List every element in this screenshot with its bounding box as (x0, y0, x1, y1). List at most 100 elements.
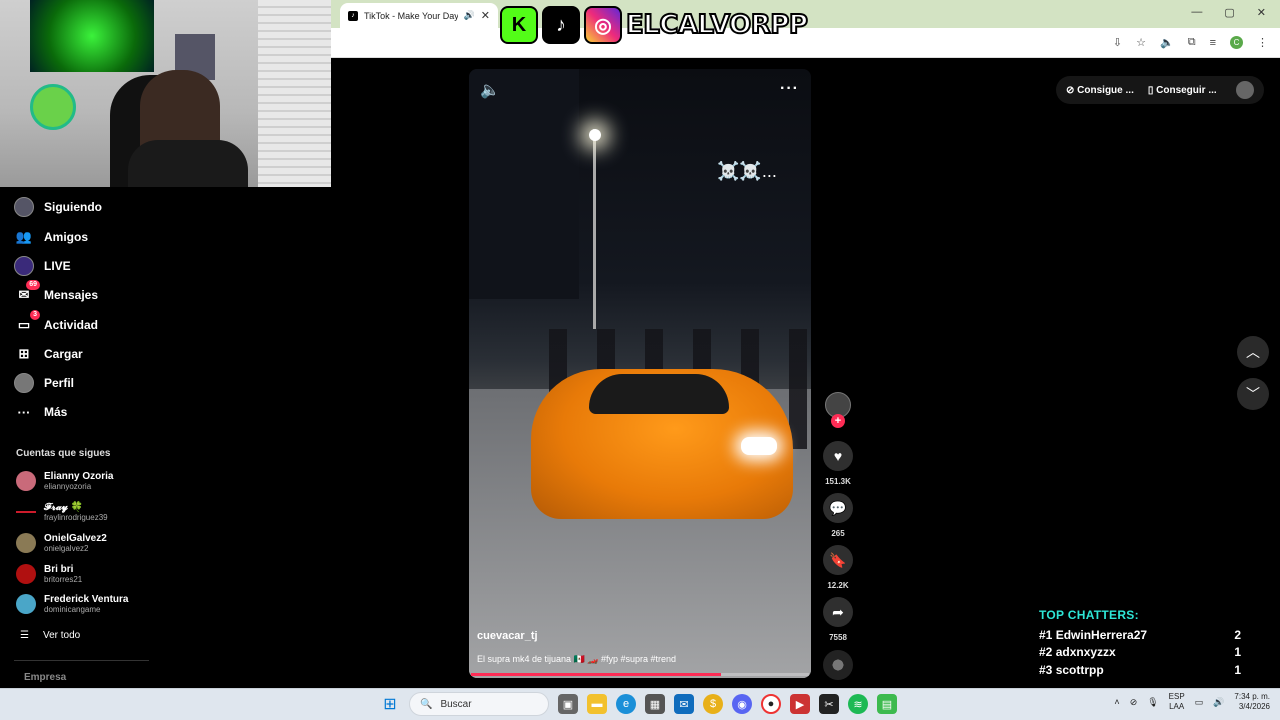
taskbar-search[interactable]: 🔍 Buscar (409, 692, 549, 716)
chatter-count: 1 (1234, 663, 1241, 677)
file-explorer-icon[interactable]: ▬ (587, 694, 607, 714)
windows-start-icon[interactable]: ⊞ (380, 694, 400, 714)
sidebar-item-label: Cargar (44, 347, 83, 361)
activity-badge: 3 (30, 310, 40, 320)
live-app-icon[interactable]: ▶ (790, 694, 810, 714)
chatter-row: #1 EdwinHerrera27 2 (1039, 628, 1241, 642)
language-indicator[interactable]: ESP LAA (1169, 692, 1185, 712)
following-item[interactable]: Bri bri britorres21 (16, 564, 82, 584)
channel-name: ELCALVORPP (625, 9, 809, 41)
media-controls-icon[interactable]: ≡ (1210, 37, 1216, 49)
topright-actions: ⊘ Consigue ... ▯ Conseguir ... (1056, 76, 1264, 104)
share-icon[interactable]: ➦ (823, 597, 853, 627)
network-off-icon[interactable]: ⊘ (1130, 697, 1138, 708)
sidebar-item-label: Actividad (44, 318, 99, 332)
sidebar-item-actividad[interactable]: ▭ 3 Actividad (14, 310, 99, 335)
video-author[interactable]: cuevacar_tj (477, 630, 538, 642)
sidebar-item-live[interactable]: LIVE (14, 256, 71, 276)
get-app-button[interactable]: ▯ Conseguir ... (1148, 85, 1217, 96)
following-item[interactable]: Elianny Ozoria eliannyozoria (16, 471, 113, 491)
avatar (16, 533, 36, 553)
follow-plus-icon[interactable]: + (831, 414, 845, 428)
music-disc-icon[interactable] (823, 650, 853, 680)
browser-tab[interactable]: ♪ TikTok - Make Your Day 🔊 ✕ (340, 3, 498, 28)
bookmark-icon[interactable]: 🔖 (823, 545, 853, 575)
video-caption: El supra mk4 de tijuana 🇲🇽 🏎️ #fyp #supr… (477, 654, 677, 664)
upload-icon: ⊞ (18, 346, 30, 361)
store-icon[interactable]: ▦ (645, 694, 665, 714)
sidebar-item-perfil[interactable]: Perfil (14, 373, 74, 393)
see-all-link[interactable]: ☰ Ver todo (20, 630, 80, 641)
get-coins-button[interactable]: ⊘ Consigue ... (1066, 85, 1134, 96)
share-action[interactable]: ➦ 7558 (822, 597, 854, 642)
profile-icon (14, 373, 34, 393)
extensions-icon[interactable]: ⧉ (1188, 36, 1196, 49)
following-name: 𝓕𝓻𝓪𝔂 🍀 (44, 502, 84, 513)
tab-close-icon[interactable]: ✕ (481, 9, 490, 22)
streamer-shirt (128, 140, 248, 187)
bookmark-star-icon[interactable]: ☆ (1136, 36, 1146, 49)
previous-video-button[interactable]: ︿ (1237, 336, 1269, 368)
maximize-button[interactable]: ▢ (1224, 6, 1234, 19)
chatter-rank: #1 (1039, 628, 1053, 642)
capcut-icon[interactable]: ✂ (819, 694, 839, 714)
save-action[interactable]: 🔖 12.2K (822, 545, 854, 590)
list-icon: ☰ (20, 630, 29, 641)
heart-icon[interactable]: ♥ (823, 441, 853, 471)
like-count: 151.3K (825, 477, 851, 486)
mail-icon[interactable]: ✉ (674, 694, 694, 714)
more-icon: ··· (17, 404, 31, 420)
sidebar-item-siguiendo[interactable]: Siguiendo (14, 197, 102, 217)
discord-icon[interactable]: ◉ (732, 694, 752, 714)
minimize-button[interactable]: — (1191, 6, 1202, 19)
comment-icon[interactable]: 💬 (823, 493, 853, 523)
read-aloud-icon[interactable]: 🔈 (1160, 36, 1174, 49)
sidebar-item-amigos[interactable]: 👥 Amigos (14, 227, 88, 247)
chevron-up-icon[interactable]: ˄ (1114, 697, 1119, 707)
comment-action[interactable]: 💬 265 (822, 493, 854, 538)
chevron-down-icon: ﹀ (1246, 386, 1260, 402)
keyboard-layout: LAA (1169, 702, 1185, 711)
messages-icon: ✉ 69 (14, 280, 40, 305)
spotify-icon[interactable]: ≋ (848, 694, 868, 714)
footer-link-empresa[interactable]: Empresa (24, 672, 66, 683)
sidebar-item-mensajes[interactable]: ✉ 69 Mensajes (14, 280, 98, 305)
browser-menu-icon[interactable]: ⋮ (1257, 36, 1268, 49)
chrome-icon[interactable]: ● (761, 694, 781, 714)
avatar (16, 511, 36, 513)
edge-icon[interactable]: e (616, 694, 636, 714)
avatar (16, 471, 36, 491)
display-icon[interactable]: ▭ (1195, 697, 1204, 708)
volume-icon[interactable]: 🔊 (1213, 697, 1224, 708)
friends-icon: 👥 (15, 229, 33, 244)
streamlabs-icon[interactable]: ▤ (877, 694, 897, 714)
task-view-icon[interactable]: ▣ (558, 694, 578, 714)
taskbar-search-placeholder: Buscar (440, 698, 472, 710)
tab-audio-icon[interactable]: 🔊 (464, 10, 475, 21)
profile-avatar-icon[interactable]: C (1230, 36, 1243, 49)
background-tv (30, 0, 154, 72)
following-item[interactable]: OnielGalvez2 onielgalvez2 (16, 533, 107, 553)
microphone-icon[interactable]: 🎙 (1147, 697, 1158, 708)
install-app-icon[interactable]: ⇩ (1113, 36, 1122, 49)
video-more-icon[interactable]: ··· (780, 80, 799, 98)
following-name: Bri bri (44, 564, 74, 575)
following-item[interactable]: Frederick Ventura dominicangame (16, 594, 128, 614)
volume-icon[interactable]: 🔈 (480, 80, 500, 100)
close-window-button[interactable]: ✕ (1257, 6, 1266, 19)
activity-icon: ▭ 3 (14, 310, 40, 335)
sidebar-item-mas[interactable]: ··· Más (14, 402, 68, 422)
following-item[interactable]: 𝓕𝓻𝓪𝔂 🍀 fraylinrodriguez39 (16, 502, 108, 522)
like-action[interactable]: ♥ 151.3K (822, 441, 854, 486)
user-avatar[interactable] (1236, 81, 1254, 99)
sidebar-item-cargar[interactable]: ⊞ Cargar (14, 344, 83, 364)
chevron-up-icon: ︿ (1246, 344, 1260, 360)
tiktok-favicon-icon: ♪ (348, 10, 358, 21)
comment-count: 265 (831, 529, 845, 538)
clock[interactable]: 7:34 p. m. 3/4/2026 (1234, 692, 1270, 712)
coin-app-icon[interactable]: $ (703, 694, 723, 714)
top-chatters-title: TOP CHATTERS: (1039, 608, 1139, 622)
avatar-icon (14, 197, 34, 217)
next-video-button[interactable]: ﹀ (1237, 378, 1269, 410)
chatter-name: adxnxyzzx (1055, 645, 1116, 659)
